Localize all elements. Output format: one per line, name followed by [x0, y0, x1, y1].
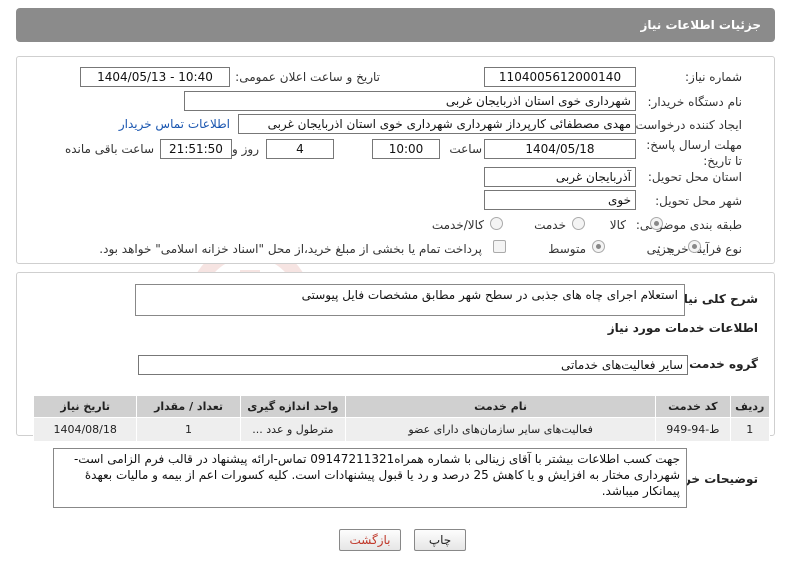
print-button[interactable]: چاپ [414, 529, 466, 551]
days-field: 4 [266, 139, 334, 159]
province-label: استان محل تحویل: [647, 170, 742, 184]
process-option-minor: جزیی [646, 242, 674, 256]
category-radio-goods[interactable] [650, 217, 663, 230]
buyer-org-field: شهرداری خوی استان اذربایجان غربی [184, 91, 636, 111]
deadline-label: مهلت ارسال پاسخ: تا تاریخ: [646, 138, 742, 168]
service-group-field: سایر فعالیت‌های خدماتی [138, 355, 688, 375]
remaining-label: ساعت باقی مانده [64, 142, 154, 156]
col-service-code: کد خدمت [655, 395, 731, 418]
page-header: جزئیات اطلاعات نیاز [16, 8, 775, 42]
back-button[interactable]: بازگشت [339, 529, 401, 551]
table-row: 1 ط-94-949 فعالیت‌های سایر سازمان‌های دا… [32, 417, 771, 442]
days-label: روز و [232, 142, 259, 156]
col-need-date: تاریخ نیاز [32, 395, 138, 418]
buyer-org-label: نام دستگاه خریدار: [647, 95, 743, 109]
city-field: خوی [484, 190, 636, 210]
service-group-label: گروه خدمت: [684, 357, 758, 371]
deadline-date-field: 1404/05/18 [484, 139, 636, 159]
cell-service-name: فعالیت‌های سایر سازمان‌های دارای عضو [345, 417, 657, 442]
process-radio-minor[interactable] [688, 240, 701, 253]
cell-unit: مترطول و عدد ... [239, 417, 347, 442]
col-service-name: نام خدمت [345, 395, 657, 418]
payment-note: پرداخت تمام یا بخشی از مبلغ خرید،از محل … [99, 242, 482, 256]
col-quantity: تعداد / مقدار [136, 395, 241, 418]
category-option-goods: کالا [609, 218, 626, 232]
page-title: جزئیات اطلاعات نیاز [640, 18, 761, 32]
process-option-medium: متوسط [548, 242, 586, 256]
province-field: آذربایجان غربی [484, 167, 636, 187]
category-radio-service[interactable] [572, 217, 585, 230]
creator-field: مهدی مصطفائی کارپرداز شهرداری شهرداری خو… [238, 114, 636, 134]
category-option-both: کالا/خدمت [431, 218, 484, 232]
buyer-notes-textarea[interactable]: جهت کسب اطلاعات بیشتر با آقای زینالی با … [53, 448, 687, 508]
remaining-time-field: 21:51:50 [160, 139, 232, 159]
city-label: شهر محل تحویل: [655, 194, 742, 208]
col-unit: واحد اندازه گیری [239, 395, 347, 418]
need-number-field: 1104005612000140 [484, 67, 636, 87]
category-option-service: خدمت [534, 218, 566, 232]
cell-row-number: 1 [729, 417, 771, 442]
cell-service-code: ط-94-949 [655, 417, 731, 442]
col-row-number: ردیف [729, 395, 771, 418]
cell-quantity: 1 [136, 417, 241, 442]
category-radio-both[interactable] [490, 217, 503, 230]
announce-label: تاریخ و ساعت اعلان عمومی: [235, 70, 380, 84]
services-section-title: اطلاعات خدمات مورد نیاز [607, 321, 758, 335]
summary-textarea[interactable]: استعلام اجرای چاه های جذبی در سطح شهر مط… [135, 284, 685, 316]
services-table: ردیف کد خدمت نام خدمت واحد اندازه گیری ت… [32, 395, 771, 442]
cell-need-date: 1404/08/18 [32, 417, 138, 442]
treasury-checkbox[interactable] [493, 240, 506, 253]
process-radio-medium[interactable] [592, 240, 605, 253]
deadline-time-field: 10:00 [372, 139, 440, 159]
table-header-row: ردیف کد خدمت نام خدمت واحد اندازه گیری ت… [32, 395, 771, 418]
creator-label: ایجاد کننده درخواست: [631, 118, 742, 132]
contact-info-link[interactable]: اطلاعات تماس خریدار [119, 117, 230, 131]
need-number-label: شماره نیاز: [685, 70, 742, 84]
deadline-time-label: ساعت [449, 142, 482, 156]
announce-field: 1404/05/13 - 10:40 [80, 67, 230, 87]
